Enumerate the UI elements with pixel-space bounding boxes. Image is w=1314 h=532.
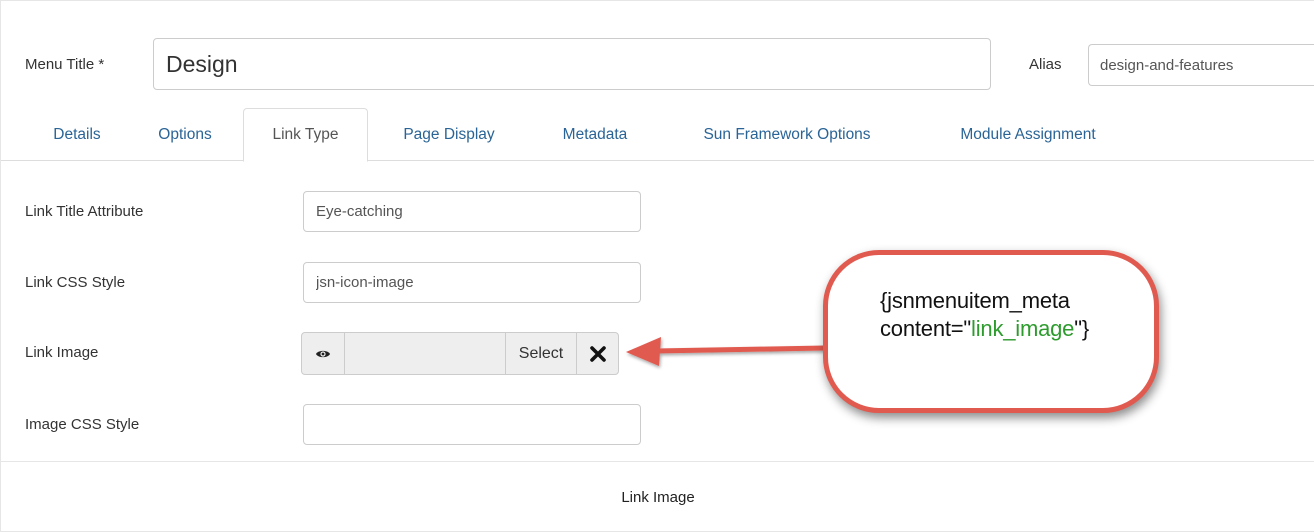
menu-item-editor: Menu Title * Alias Details Options Link … (1, 9, 1314, 461)
annotation-callout: {jsnmenuitem_meta content="link_image"} (823, 250, 1159, 413)
callout-line-2-suffix: "} (1074, 316, 1089, 341)
callout-line-2: content="link_image"} (880, 315, 1154, 343)
callout-line-2-prefix: content=" (880, 316, 972, 341)
callout-line-2-value: link_image (971, 316, 1075, 341)
figure-frame: Menu Title * Alias Details Options Link … (0, 0, 1314, 532)
figure-caption: Link Image (1, 461, 1314, 532)
callout-line-1: {jsnmenuitem_meta (880, 288, 1070, 313)
